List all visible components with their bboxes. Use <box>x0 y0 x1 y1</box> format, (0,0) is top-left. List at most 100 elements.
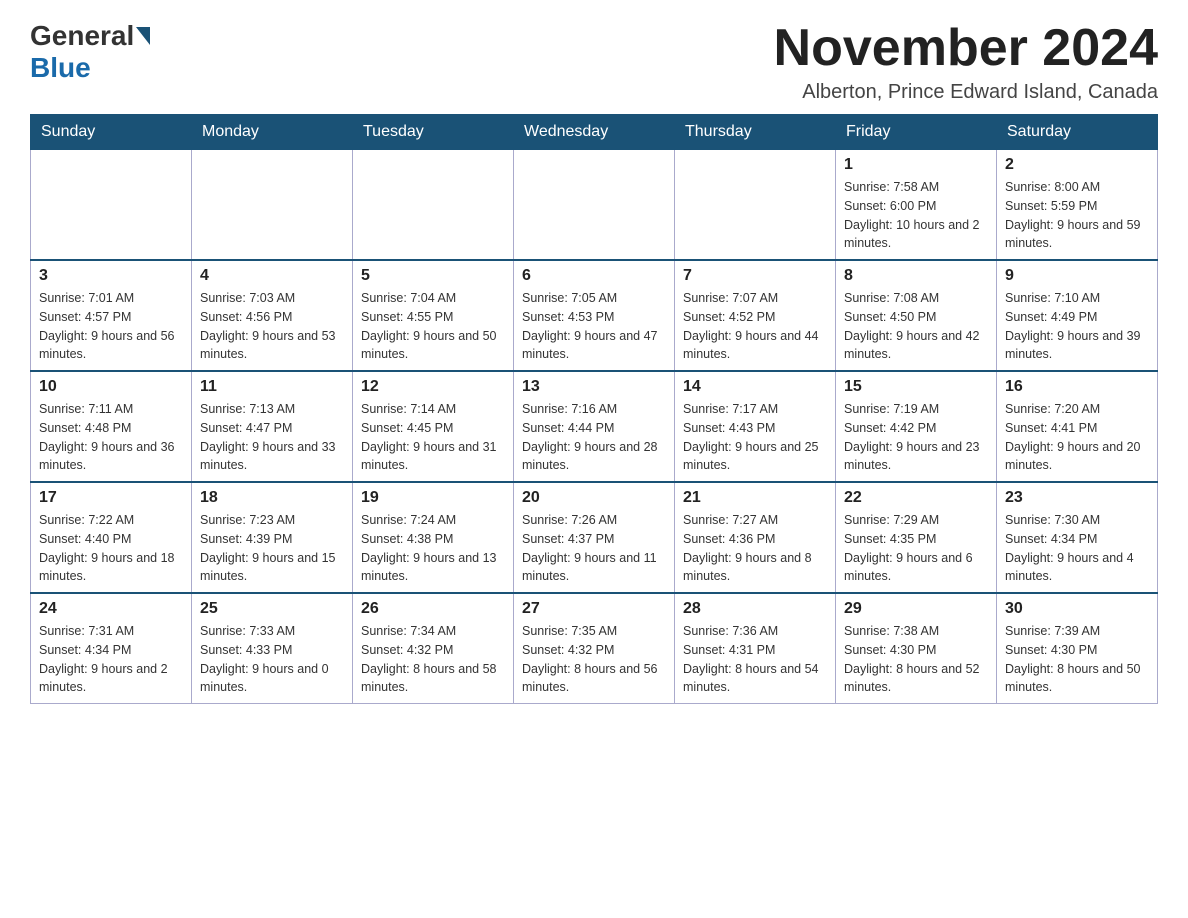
calendar-cell: 28Sunrise: 7:36 AM Sunset: 4:31 PM Dayli… <box>675 593 836 704</box>
day-number: 3 <box>39 267 183 285</box>
day-info: Sunrise: 7:16 AM Sunset: 4:44 PM Dayligh… <box>522 400 666 475</box>
calendar-cell: 8Sunrise: 7:08 AM Sunset: 4:50 PM Daylig… <box>836 260 997 371</box>
day-info: Sunrise: 7:13 AM Sunset: 4:47 PM Dayligh… <box>200 400 344 475</box>
calendar-cell: 3 Sunrise: 7:01 AM Sunset: 4:57 PM Daylig… <box>31 260 192 371</box>
day-number: 7 <box>683 267 827 285</box>
calendar-cell: 12 Sunrise: 7:14 AM Sunset: 4:45 PM Dayli… <box>353 371 514 482</box>
calendar-cell: 25 Sunrise: 7:33 AM Sunset: 4:33 PM Dayli… <box>192 593 353 704</box>
calendar-cell: 4 Sunrise: 7:03 AM Sunset: 4:56 PM Daylig… <box>192 260 353 371</box>
day-info: Sunrise: 7:10 AM Sunset: 4:49 PM Dayligh… <box>1005 289 1149 364</box>
calendar-cell: 20 Sunrise: 7:26 AM Sunset: 4:37 PM Dayli… <box>514 482 675 593</box>
day-info: Sunrise: 7:19 AM Sunset: 4:42 PM Dayligh… <box>844 400 988 475</box>
calendar-cell: 21 Sunrise: 7:27 AM Sunset: 4:36 PM Dayli… <box>675 482 836 593</box>
day-info: Sunrise: 7:17 AM Sunset: 4:43 PM Dayligh… <box>683 400 827 475</box>
logo-arrow-icon <box>136 27 150 45</box>
calendar-cell: 27 Sunrise: 7:35 AM Sunset: 4:32 PM Dayli… <box>514 593 675 704</box>
calendar-cell: 22 Sunrise: 7:29 AM Sunset: 4:35 PM Dayli… <box>836 482 997 593</box>
day-info: Sunrise: 7:27 AM Sunset: 4:36 PM Dayligh… <box>683 511 827 586</box>
calendar-cell <box>514 150 675 261</box>
weekday-header-sunday: Sunday <box>31 115 192 150</box>
calendar-cell <box>192 150 353 261</box>
weekday-header-saturday: Saturday <box>997 115 1158 150</box>
calendar-cell: 30 Sunrise: 7:39 AM Sunset: 4:30 PM Dayli… <box>997 593 1158 704</box>
day-number: 27 <box>522 600 666 618</box>
weekday-header-thursday: Thursday <box>675 115 836 150</box>
calendar-cell: 29 Sunrise: 7:38 AM Sunset: 4:30 PM Dayli… <box>836 593 997 704</box>
calendar-cell: 10 Sunrise: 7:11 AM Sunset: 4:48 PM Dayli… <box>31 371 192 482</box>
location-title: Alberton, Prince Edward Island, Canada <box>774 81 1158 104</box>
day-number: 22 <box>844 489 988 507</box>
weekday-header-row: SundayMondayTuesdayWednesdayThursdayFrid… <box>31 115 1158 150</box>
calendar-cell: 24Sunrise: 7:31 AM Sunset: 4:34 PM Dayli… <box>31 593 192 704</box>
day-info: Sunrise: 7:34 AM Sunset: 4:32 PM Dayligh… <box>361 622 505 697</box>
calendar-cell: 16 Sunrise: 7:20 AM Sunset: 4:41 PM Dayli… <box>997 371 1158 482</box>
calendar-cell: 7Sunrise: 7:07 AM Sunset: 4:52 PM Daylig… <box>675 260 836 371</box>
day-number: 14 <box>683 378 827 396</box>
calendar-cell <box>353 150 514 261</box>
day-info: Sunrise: 8:00 AM Sunset: 5:59 PM Dayligh… <box>1005 178 1149 253</box>
logo-blue-text: Blue <box>30 52 91 83</box>
day-number: 11 <box>200 378 344 396</box>
day-number: 26 <box>361 600 505 618</box>
day-number: 20 <box>522 489 666 507</box>
day-info: Sunrise: 7:24 AM Sunset: 4:38 PM Dayligh… <box>361 511 505 586</box>
calendar-cell <box>31 150 192 261</box>
day-info: Sunrise: 7:04 AM Sunset: 4:55 PM Dayligh… <box>361 289 505 364</box>
calendar-cell: 11 Sunrise: 7:13 AM Sunset: 4:47 PM Dayli… <box>192 371 353 482</box>
day-info: Sunrise: 7:36 AM Sunset: 4:31 PM Dayligh… <box>683 622 827 697</box>
calendar-cell: 17Sunrise: 7:22 AM Sunset: 4:40 PM Dayli… <box>31 482 192 593</box>
day-info: Sunrise: 7:26 AM Sunset: 4:37 PM Dayligh… <box>522 511 666 586</box>
day-number: 4 <box>200 267 344 285</box>
day-info: Sunrise: 7:58 AM Sunset: 6:00 PM Dayligh… <box>844 178 988 253</box>
day-number: 19 <box>361 489 505 507</box>
day-info: Sunrise: 7:38 AM Sunset: 4:30 PM Dayligh… <box>844 622 988 697</box>
day-number: 9 <box>1005 267 1149 285</box>
day-info: Sunrise: 7:33 AM Sunset: 4:33 PM Dayligh… <box>200 622 344 697</box>
calendar-cell: 9 Sunrise: 7:10 AM Sunset: 4:49 PM Daylig… <box>997 260 1158 371</box>
day-number: 13 <box>522 378 666 396</box>
day-info: Sunrise: 7:29 AM Sunset: 4:35 PM Dayligh… <box>844 511 988 586</box>
calendar-week-row: 3 Sunrise: 7:01 AM Sunset: 4:57 PM Daylig… <box>31 260 1158 371</box>
calendar-cell: 19 Sunrise: 7:24 AM Sunset: 4:38 PM Dayli… <box>353 482 514 593</box>
calendar-cell: 6Sunrise: 7:05 AM Sunset: 4:53 PM Daylig… <box>514 260 675 371</box>
day-number: 24 <box>39 600 183 618</box>
calendar-week-row: 17Sunrise: 7:22 AM Sunset: 4:40 PM Dayli… <box>31 482 1158 593</box>
calendar-cell: 2 Sunrise: 8:00 AM Sunset: 5:59 PM Daylig… <box>997 150 1158 261</box>
calendar-table: SundayMondayTuesdayWednesdayThursdayFrid… <box>30 114 1158 704</box>
title-section: November 2024 Alberton, Prince Edward Is… <box>774 20 1158 104</box>
day-number: 25 <box>200 600 344 618</box>
calendar-cell: 15 Sunrise: 7:19 AM Sunset: 4:42 PM Dayli… <box>836 371 997 482</box>
calendar-cell <box>675 150 836 261</box>
day-info: Sunrise: 7:20 AM Sunset: 4:41 PM Dayligh… <box>1005 400 1149 475</box>
day-number: 2 <box>1005 156 1149 174</box>
day-number: 1 <box>844 156 988 174</box>
calendar-cell: 14 Sunrise: 7:17 AM Sunset: 4:43 PM Dayli… <box>675 371 836 482</box>
logo-general-text: General <box>30 20 134 52</box>
month-title: November 2024 <box>774 20 1158 77</box>
calendar-cell: 18Sunrise: 7:23 AM Sunset: 4:39 PM Dayli… <box>192 482 353 593</box>
day-info: Sunrise: 7:39 AM Sunset: 4:30 PM Dayligh… <box>1005 622 1149 697</box>
day-info: Sunrise: 7:11 AM Sunset: 4:48 PM Dayligh… <box>39 400 183 475</box>
day-number: 30 <box>1005 600 1149 618</box>
day-number: 15 <box>844 378 988 396</box>
day-number: 17 <box>39 489 183 507</box>
day-info: Sunrise: 7:14 AM Sunset: 4:45 PM Dayligh… <box>361 400 505 475</box>
day-info: Sunrise: 7:23 AM Sunset: 4:39 PM Dayligh… <box>200 511 344 586</box>
day-info: Sunrise: 7:01 AM Sunset: 4:57 PM Dayligh… <box>39 289 183 364</box>
weekday-header-monday: Monday <box>192 115 353 150</box>
page-header: General Blue November 2024 Alberton, Pri… <box>30 20 1158 104</box>
day-info: Sunrise: 7:35 AM Sunset: 4:32 PM Dayligh… <box>522 622 666 697</box>
calendar-week-row: 10 Sunrise: 7:11 AM Sunset: 4:48 PM Dayli… <box>31 371 1158 482</box>
day-number: 23 <box>1005 489 1149 507</box>
day-number: 12 <box>361 378 505 396</box>
calendar-cell: 23Sunrise: 7:30 AM Sunset: 4:34 PM Dayli… <box>997 482 1158 593</box>
day-number: 10 <box>39 378 183 396</box>
calendar-cell: 5Sunrise: 7:04 AM Sunset: 4:55 PM Daylig… <box>353 260 514 371</box>
day-number: 16 <box>1005 378 1149 396</box>
weekday-header-friday: Friday <box>836 115 997 150</box>
weekday-header-tuesday: Tuesday <box>353 115 514 150</box>
day-info: Sunrise: 7:08 AM Sunset: 4:50 PM Dayligh… <box>844 289 988 364</box>
day-number: 29 <box>844 600 988 618</box>
day-info: Sunrise: 7:03 AM Sunset: 4:56 PM Dayligh… <box>200 289 344 364</box>
day-number: 21 <box>683 489 827 507</box>
